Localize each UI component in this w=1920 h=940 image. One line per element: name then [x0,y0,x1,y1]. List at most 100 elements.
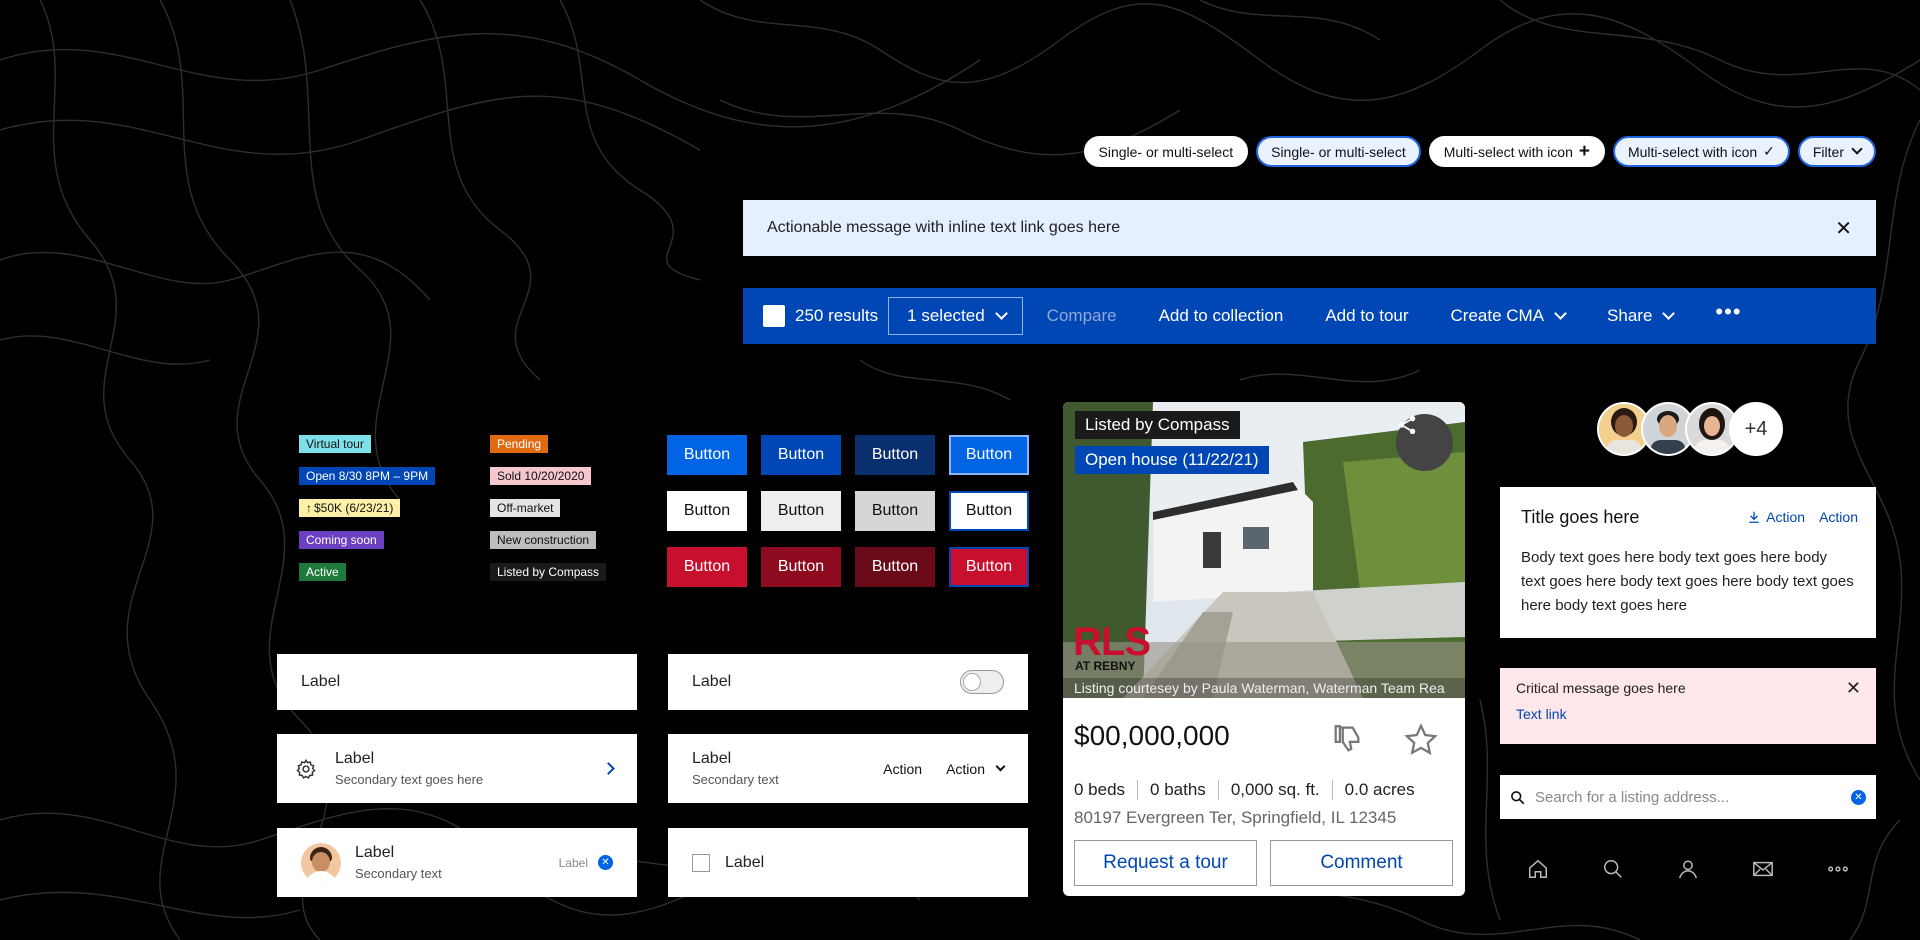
chip-label: Multi-select with icon [1627,143,1758,160]
status-tag-label: Listed by Compass [497,565,600,579]
add-to-tour-button[interactable]: Add to tour [1325,306,1408,326]
action-dropdown[interactable]: Action [946,761,1006,777]
clear-icon[interactable]: ✕ [1851,789,1866,805]
search-field[interactable]: Search for a listing address... ✕ [1500,775,1876,819]
status-tag-label: Sold 10/20/2020 [497,469,585,483]
download-action[interactable]: Action [1747,509,1805,525]
card-actions: Action Action [1747,509,1858,525]
filter-chip[interactable]: Single- or multi-select [1256,136,1421,167]
listed-by-badge: Listed by Compass [1075,411,1240,439]
sample-button[interactable]: Button [855,547,935,587]
chip-label: Filter [1812,143,1844,160]
avatar-item-label: Label [355,844,395,861]
comment-button[interactable]: Comment [1270,840,1453,886]
check-icon: ✓ [1763,143,1775,159]
sample-button[interactable]: Button [761,435,841,475]
checkbox-row[interactable]: Label [668,828,1028,897]
banner-message[interactable]: Actionable message with inline text link… [767,219,1120,237]
toggle-switch[interactable] [960,670,1004,694]
listing-card[interactable]: Listed by Compass Open house (11/22/21) … [1063,402,1465,896]
add-to-collection-button[interactable]: Add to collection [1159,306,1284,326]
filter-chip[interactable]: Multi-select with icon ✓ [1612,136,1790,167]
status-tag-label: Coming soon [306,533,377,547]
status-tag-label: Active [306,565,339,579]
gear-icon [296,758,316,779]
tags-left: Virtual tour Open 8/30 8PM – 9PM ↑ $50K (6/… [299,435,436,595]
plus-icon: + [1578,140,1590,162]
critical-message: Critical message goes here Text link ✕ [1500,668,1876,744]
download-icon [1749,511,1759,523]
search-placeholder[interactable]: Search for a listing address... [1535,789,1851,806]
arrow-up-icon: ↑ [306,501,312,515]
sample-button[interactable]: Button [667,435,747,475]
listing-stats: 0 beds 0 baths 0,000 sq. ft. 0.0 acres [1074,780,1427,800]
card-body: Body text goes here body text goes here … [1521,549,1854,614]
status-tag: New construction [490,531,597,549]
critical-text: Critical message goes here [1516,680,1686,696]
status-tag: Off-market [490,499,561,517]
results-count: 250 results [795,306,879,325]
sample-button[interactable]: Button [949,491,1029,531]
create-cma-dropdown[interactable]: Create CMA [1451,306,1567,326]
sample-button[interactable]: Button [855,435,935,475]
close-icon[interactable]: ✕ [1835,216,1852,241]
sqft: 0,000 sq. ft. [1217,780,1332,800]
text-field[interactable]: Label [277,654,637,710]
sample-button[interactable]: Button [667,491,747,531]
checkbox[interactable] [692,853,710,872]
close-circle-icon[interactable]: ✕ [598,855,613,870]
compare-button[interactable]: Compare [1047,306,1117,326]
sample-button[interactable]: Button [761,491,841,531]
share-icon[interactable] [1396,414,1453,471]
card-action-2[interactable]: Action [1819,509,1858,525]
mail-icon[interactable] [1752,858,1774,880]
critical-link[interactable]: Text link [1516,706,1860,722]
status-tag-label: New construction [497,533,590,547]
filter-chip[interactable]: Filter [1797,136,1876,167]
share-dropdown[interactable]: Share [1607,306,1676,326]
selected-label: 1 selected [907,306,985,325]
avatar-list-item[interactable]: Label Secondary text Label ✕ [277,828,637,897]
request-tour-button[interactable]: Request a tour [1074,840,1257,886]
toggle-label: Label [692,673,732,690]
actionable-banner: Actionable message with inline text link… [743,200,1876,256]
avatar-group[interactable]: +4 [1597,402,1783,456]
chevron-down-icon [994,307,1008,320]
nav-list-item[interactable]: Label Secondary text goes here [277,734,637,803]
filter-chip[interactable]: Multi-select with icon + [1428,136,1605,167]
status-tag-label: Off-market [497,501,554,515]
close-icon[interactable]: ✕ [1846,678,1861,699]
checkbox-label: Label [725,853,765,871]
button-grid: Button Button Button Button Button Button Butt… [667,435,1029,587]
chevron-down-icon [1554,307,1567,320]
status-tag: Sold 10/20/2020 [490,467,592,485]
chevron-right-icon [602,762,615,775]
sample-button[interactable]: Button [949,547,1029,587]
sample-button[interactable]: Button [667,547,747,587]
toggle-row: Label [668,654,1028,710]
listing-photo[interactable]: Listed by Compass Open house (11/22/21) … [1063,402,1465,698]
person-icon[interactable] [1677,858,1699,880]
listing-courtesy: Listing courtesey by Paula Waterman, Wat… [1063,678,1465,698]
action-button-1[interactable]: Action [883,761,922,777]
status-tag-label: $50K (6/23/21) [314,501,394,515]
status-tag: Open 8/30 8PM – 9PM [299,467,436,485]
filter-chip[interactable]: Single- or multi-select [1083,136,1249,167]
chip-label: Multi-select with icon [1443,143,1573,160]
status-tag: Listed by Compass [490,563,607,581]
select-all-checkbox[interactable] [763,305,785,327]
selected-dropdown[interactable]: 1 selected [888,297,1023,335]
search-icon[interactable] [1602,858,1624,880]
sample-button[interactable]: Button [949,435,1029,475]
thumbs-down-icon[interactable] [1329,722,1365,761]
open-house-badge: Open house (11/22/21) [1075,446,1269,474]
home-icon[interactable] [1527,858,1549,880]
nav-item-secondary: Secondary text goes here [335,772,484,787]
more-horizontal-icon[interactable]: ••• [1715,299,1741,325]
star-icon[interactable] [1404,723,1438,762]
more-horizontal-icon[interactable] [1827,858,1849,880]
status-tag-label: Pending [497,437,542,451]
sample-button[interactable]: Button [761,547,841,587]
sample-button[interactable]: Button [855,491,935,531]
status-tag: ↑ $50K (6/23/21) [299,499,401,517]
